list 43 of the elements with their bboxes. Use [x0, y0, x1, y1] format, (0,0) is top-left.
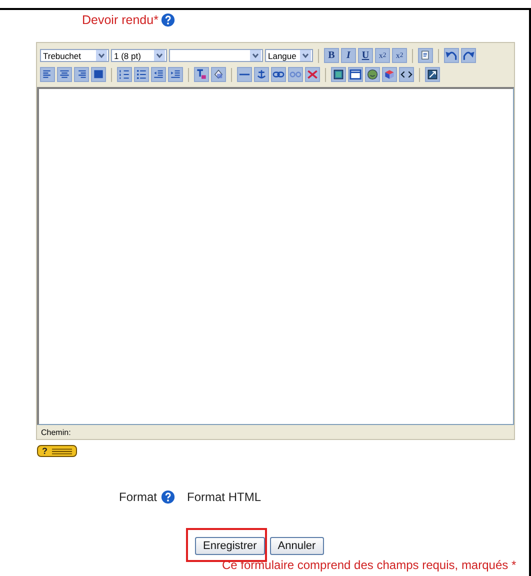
- format-label: Format: [119, 490, 158, 504]
- lines-icon: [52, 448, 72, 454]
- format-button[interactable]: U: [358, 48, 373, 63]
- toolbar-button[interactable]: [399, 67, 414, 82]
- help-icon[interactable]: [161, 13, 176, 27]
- toolbar-button[interactable]: [348, 67, 363, 82]
- outdent-icon: [152, 68, 165, 81]
- help-badge[interactable]: ?: [37, 445, 77, 457]
- bullet-list-icon: [135, 68, 148, 81]
- image-icon: [332, 68, 345, 81]
- format-button[interactable]: I: [341, 48, 356, 63]
- table-icon: [349, 68, 362, 81]
- toolbar-dropdown[interactable]: [169, 49, 263, 62]
- caret-icon: [300, 50, 311, 61]
- paint-bucket-icon: [212, 68, 225, 81]
- numbered-list-icon: [118, 68, 131, 81]
- redo-icon: [462, 49, 475, 62]
- path-label: Chemin:: [40, 427, 72, 439]
- text-color-icon: [195, 68, 208, 81]
- help-icon[interactable]: [161, 490, 176, 504]
- caret-icon: [154, 50, 165, 61]
- toolbar-dropdown[interactable]: Trebuchet: [40, 49, 109, 62]
- smiley-icon: [366, 68, 379, 81]
- toolbar-button[interactable]: [331, 67, 346, 82]
- fullscreen-icon: [426, 68, 439, 81]
- anchor-icon: [255, 68, 268, 81]
- indent-icon: [169, 68, 182, 81]
- cube-icon: [383, 68, 396, 81]
- align-center-icon: [58, 68, 71, 81]
- undo-icon: [445, 49, 458, 62]
- format-button[interactable]: B: [324, 48, 339, 63]
- form-button[interactable]: Enregistrer: [195, 537, 265, 555]
- toolbar-dropdown[interactable]: 1 (8 pt): [111, 49, 167, 62]
- document-icon: [419, 49, 432, 62]
- caret-icon: [96, 50, 107, 61]
- field-label: Devoir rendu*: [82, 13, 158, 27]
- toolbar-dropdown[interactable]: Langue: [265, 49, 313, 62]
- caret-icon: [250, 50, 261, 61]
- justify-icon: [92, 68, 105, 81]
- toolbar-button[interactable]: [425, 67, 440, 82]
- form-button[interactable]: Annuler: [270, 537, 324, 555]
- cross-icon: [306, 68, 319, 81]
- format-value: Format HTML: [187, 490, 262, 504]
